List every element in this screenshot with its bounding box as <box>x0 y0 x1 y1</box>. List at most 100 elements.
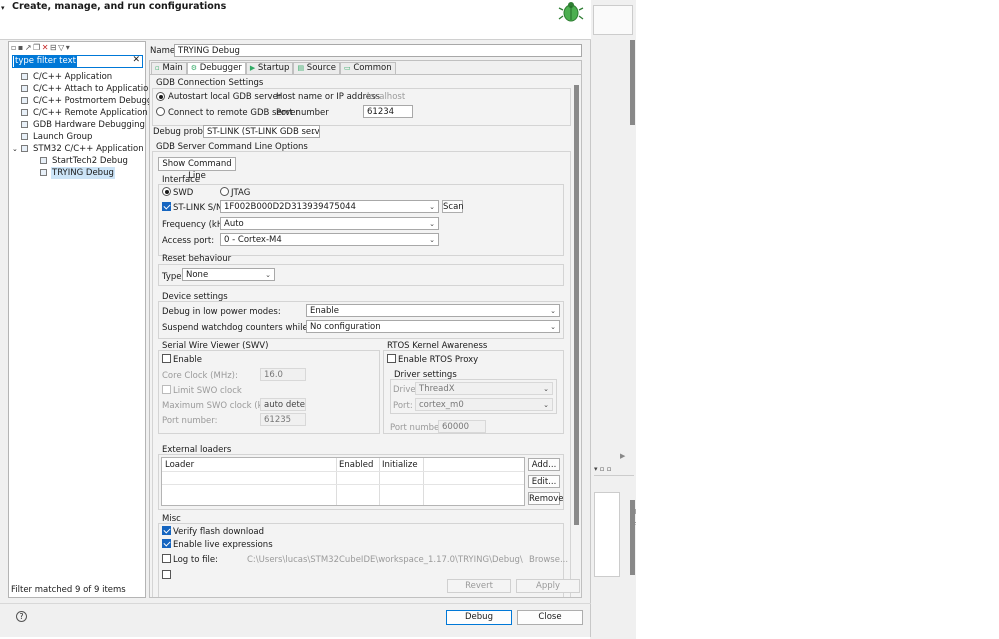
tab-label: Startup <box>257 63 290 73</box>
live-expressions-checkbox[interactable] <box>162 539 171 548</box>
name-field[interactable]: TRYING Debug <box>174 44 582 57</box>
reset-type-select[interactable]: None ⌄ <box>182 268 275 281</box>
tree-item-label: StartTech2 Debug <box>52 156 128 166</box>
port-field[interactable]: 61234 <box>363 105 413 118</box>
new-config-icon[interactable]: ▫ <box>11 43 18 52</box>
core-clock-field[interactable]: 16.0 <box>260 368 306 381</box>
tab-source[interactable]: ▤ Source <box>293 62 340 74</box>
remove-loader-button[interactable]: Remove <box>528 492 564 505</box>
dialog-title: Create, manage, and run configurations <box>12 1 227 12</box>
ide-scrollbar-thumb-2[interactable] <box>630 500 635 575</box>
verify-flash-checkbox[interactable] <box>162 526 171 535</box>
log-to-file-checkbox[interactable] <box>162 554 171 563</box>
filter-input[interactable]: type filter text <box>14 56 77 67</box>
clear-filter-icon[interactable]: ✕ <box>132 55 140 65</box>
rtos-port-select[interactable]: cortex_m0 ⌄ <box>415 398 553 411</box>
loaders-table[interactable]: Loader Enabled Initialize <box>161 457 525 506</box>
frequency-select[interactable]: Auto ⌄ <box>220 217 439 230</box>
scan-button[interactable]: Scan <box>442 200 464 213</box>
host-field[interactable]: localhost <box>367 92 405 102</box>
watchdog-value: No configuration <box>310 322 381 332</box>
low-power-value: Enable <box>310 306 339 316</box>
debug-button[interactable]: Debug <box>446 610 512 625</box>
limit-swo-checkbox[interactable] <box>162 385 171 394</box>
swv-port-field[interactable]: 61235 <box>260 413 306 426</box>
tab-label: Common <box>353 63 392 73</box>
debug-probe-label: Debug probe <box>153 127 209 137</box>
initialize-column-header[interactable]: Initialize <box>382 460 418 470</box>
driver-select[interactable]: ThreadX ⌄ <box>415 382 553 395</box>
rtos-enable-checkbox[interactable] <box>387 354 396 363</box>
button-bar-divider <box>0 603 591 604</box>
tree-item[interactable]: Launch Group <box>11 131 145 143</box>
chevron-down-icon[interactable]: ⌄ <box>12 143 18 155</box>
stlink-sn-checkbox[interactable] <box>162 202 171 211</box>
config-type-icon <box>21 145 28 152</box>
log-to-file-label: Log to file: <box>173 555 218 565</box>
enabled-column-header[interactable]: Enabled <box>339 460 373 470</box>
duplicate-icon[interactable]: ❐ <box>33 43 42 52</box>
show-command-line-button[interactable]: Show Command Line <box>158 157 236 181</box>
tree-item[interactable]: StartTech2 Debug <box>11 155 145 167</box>
debug-probe-select[interactable]: ST-LINK (ST-LINK GDB server) ⌄ <box>203 125 320 138</box>
log-path-field[interactable]: C:\Users\lucas\STM32CubeIDE\workspace_1.… <box>247 555 523 565</box>
tab-startup[interactable]: ▶ Startup <box>245 62 294 74</box>
ide-scrollbar-thumb[interactable] <box>630 40 635 125</box>
jtag-radio[interactable] <box>220 187 229 196</box>
tab-icon: ▶ <box>249 64 256 72</box>
stlink-sn-select[interactable]: 1F002B000D2D313939475044 ⌄ <box>220 200 439 213</box>
swd-radio[interactable] <box>162 187 171 196</box>
tree-item[interactable]: C/C++ Application <box>11 71 145 83</box>
close-button[interactable]: Close <box>517 610 583 625</box>
vertical-scrollbar[interactable] <box>574 85 579 525</box>
apply-button[interactable]: Apply <box>516 579 580 593</box>
autostart-radio[interactable] <box>156 92 165 101</box>
add-loader-button[interactable]: Add... <box>528 458 560 471</box>
collapse-all-icon[interactable]: ⊟ <box>50 43 58 52</box>
tree-item[interactable]: GDB Hardware Debugging <box>11 119 145 131</box>
chevron-down-icon: ⌄ <box>550 323 556 331</box>
watchdog-select[interactable]: No configuration ⌄ <box>306 320 560 333</box>
tree-item-label: C/C++ Postmortem Debugger <box>33 96 162 106</box>
swv-enable-label: Enable <box>173 355 202 365</box>
menu-arrow-icon[interactable]: ▾ <box>1 4 5 12</box>
new-prototype-icon[interactable]: ▪ <box>18 43 25 52</box>
help-icon[interactable]: ? <box>16 611 27 622</box>
swv-enable-checkbox[interactable] <box>162 354 171 363</box>
column-divider <box>336 458 337 505</box>
core-clock-label: Core Clock (MHz): <box>162 371 238 381</box>
delete-icon[interactable]: ✕ <box>42 43 50 52</box>
tab-common[interactable]: ▭ Common <box>340 62 396 74</box>
tree-item-label: STM32 C/C++ Application <box>33 144 144 154</box>
stlink-sn-label: ST-LINK S/N <box>173 203 223 213</box>
access-port-select[interactable]: 0 - Cortex-M4 ⌄ <box>220 233 439 246</box>
config-type-icon <box>40 157 47 164</box>
tree-item-label: C/C++ Attach to Application <box>33 84 154 94</box>
tab-main[interactable]: ▫ Main <box>151 62 187 74</box>
tree-item[interactable]: TRYING Debug <box>11 167 145 179</box>
max-swo-field[interactable]: auto detect <box>260 398 306 411</box>
remote-radio[interactable] <box>156 107 165 116</box>
chevron-down-icon: ⌄ <box>543 385 549 393</box>
low-power-select[interactable]: Enable ⌄ <box>306 304 560 317</box>
row-divider <box>162 471 524 472</box>
tree-item[interactable]: C/C++ Remote Application <box>11 107 148 119</box>
ide-view-toolbar: ▾ ▫ ▫ <box>594 464 634 476</box>
tree-item[interactable]: C/C++ Postmortem Debugger <box>11 95 161 107</box>
revert-button[interactable]: Revert <box>447 579 511 593</box>
rtos-portnum-field[interactable]: 60000 <box>438 420 486 433</box>
launch-configurations-dialog: Create, manage, and run configurations ▾… <box>0 0 591 637</box>
loader-column-header[interactable]: Loader <box>165 460 194 470</box>
port-label: Port number <box>276 108 329 118</box>
edit-loader-button[interactable]: Edit... <box>528 475 560 488</box>
ide-background-panel: ▶ ▾ ▫ ▫ M F <box>590 0 636 639</box>
chevron-down-icon: ⌄ <box>543 401 549 409</box>
partial-checkbox[interactable] <box>162 570 171 579</box>
tree-item[interactable]: ⌄ STM32 C/C++ Application <box>11 143 145 155</box>
tree-item[interactable]: C/C++ Attach to Application <box>11 83 154 95</box>
ide-scroll-arrow-icon[interactable]: ▶ <box>620 452 625 460</box>
view-menu-icon[interactable]: ▾ <box>66 43 72 52</box>
export-icon[interactable]: ↗ <box>25 43 33 52</box>
browse-button[interactable]: Browse... <box>529 555 568 565</box>
filter-icon[interactable]: ▽ <box>58 43 66 52</box>
